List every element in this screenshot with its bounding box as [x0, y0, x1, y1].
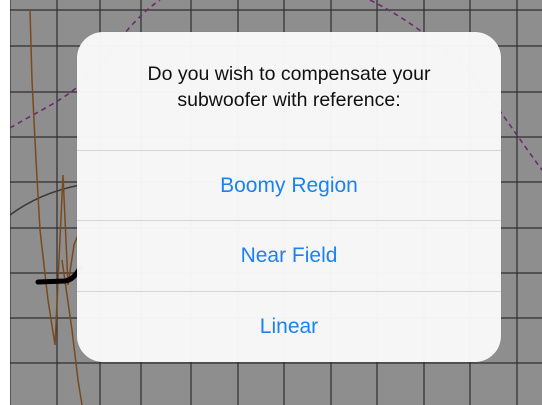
screen: Do you wish to compensate your subwoofer… [0, 0, 542, 405]
smooth-response-curve [10, 184, 81, 216]
boomy-region-button[interactable]: Boomy Region [77, 150, 501, 220]
alert-message-area: Do you wish to compensate your subwoofer… [77, 32, 501, 150]
linear-label: Linear [259, 315, 319, 338]
alert-message: Do you wish to compensate your subwoofer… [147, 63, 431, 111]
near-field-label: Near Field [240, 243, 338, 267]
boomy-region-label: Boomy Region [220, 173, 358, 197]
linear-button[interactable]: Linear [77, 291, 501, 362]
near-field-button[interactable]: Near Field [77, 220, 501, 290]
measured-response-curve [29, 9, 83, 405]
compensation-alert-dialog: Do you wish to compensate your subwoofer… [77, 32, 501, 362]
